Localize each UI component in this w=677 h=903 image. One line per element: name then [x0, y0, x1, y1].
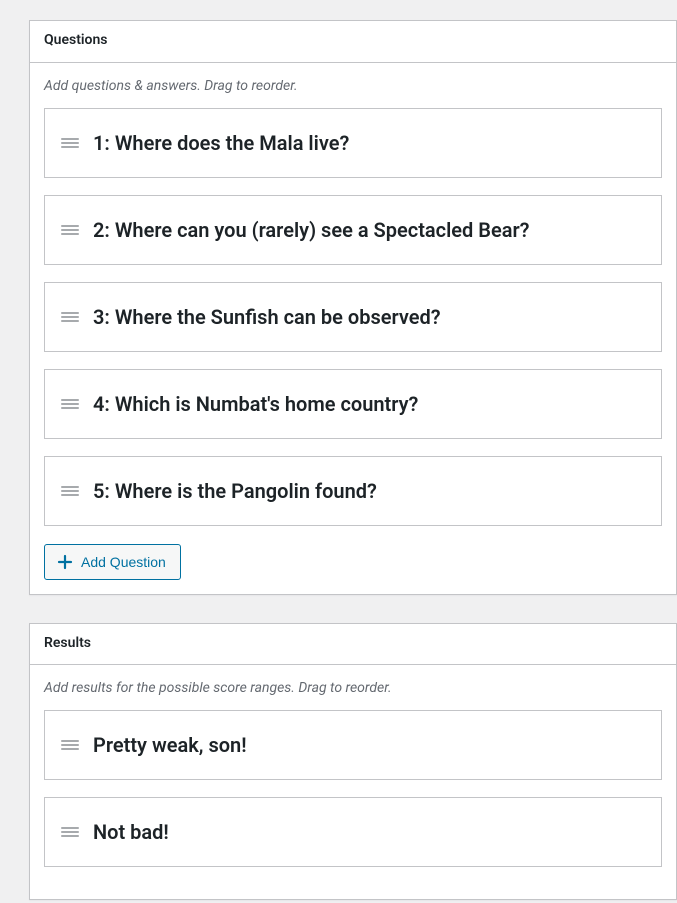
- result-title: Not bad!: [93, 819, 169, 845]
- results-hint: Add results for the possible score range…: [44, 680, 662, 696]
- results-panel-header: Results: [30, 624, 676, 666]
- questions-panel: Questions Add questions & answers. Drag …: [29, 20, 677, 595]
- drag-handle-icon[interactable]: [61, 134, 79, 152]
- results-panel-body: Add results for the possible score range…: [30, 665, 676, 899]
- questions-panel-body: Add questions & answers. Drag to reorder…: [30, 63, 676, 594]
- question-title: 5: Where is the Pangolin found?: [93, 478, 377, 504]
- drag-handle-icon[interactable]: [61, 395, 79, 413]
- question-title: 4: Which is Numbat's home country?: [93, 391, 418, 417]
- add-question-label: Add Question: [81, 555, 166, 569]
- question-row[interactable]: 4: Which is Numbat's home country?: [44, 369, 662, 439]
- question-row[interactable]: 2: Where can you (rarely) see a Spectacl…: [44, 195, 662, 265]
- plus-icon: [57, 554, 73, 570]
- drag-handle-icon[interactable]: [61, 736, 79, 754]
- question-row[interactable]: 3: Where the Sunfish can be observed?: [44, 282, 662, 352]
- question-title: 3: Where the Sunfish can be observed?: [93, 304, 441, 330]
- questions-panel-header: Questions: [30, 21, 676, 63]
- question-row[interactable]: 1: Where does the Mala live?: [44, 108, 662, 178]
- add-question-button[interactable]: Add Question: [44, 544, 181, 580]
- questions-hint: Add questions & answers. Drag to reorder…: [44, 78, 662, 94]
- questions-panel-title: Questions: [44, 31, 662, 51]
- drag-handle-icon[interactable]: [61, 221, 79, 239]
- question-title: 1: Where does the Mala live?: [93, 130, 349, 156]
- question-row[interactable]: 5: Where is the Pangolin found?: [44, 456, 662, 526]
- result-row[interactable]: Not bad!: [44, 797, 662, 867]
- results-panel: Results Add results for the possible sco…: [29, 623, 677, 901]
- result-title: Pretty weak, son!: [93, 732, 247, 758]
- drag-handle-icon[interactable]: [61, 482, 79, 500]
- drag-handle-icon[interactable]: [61, 823, 79, 841]
- drag-handle-icon[interactable]: [61, 308, 79, 326]
- question-title: 2: Where can you (rarely) see a Spectacl…: [93, 217, 530, 243]
- results-panel-title: Results: [44, 634, 662, 654]
- result-row[interactable]: Pretty weak, son!: [44, 710, 662, 780]
